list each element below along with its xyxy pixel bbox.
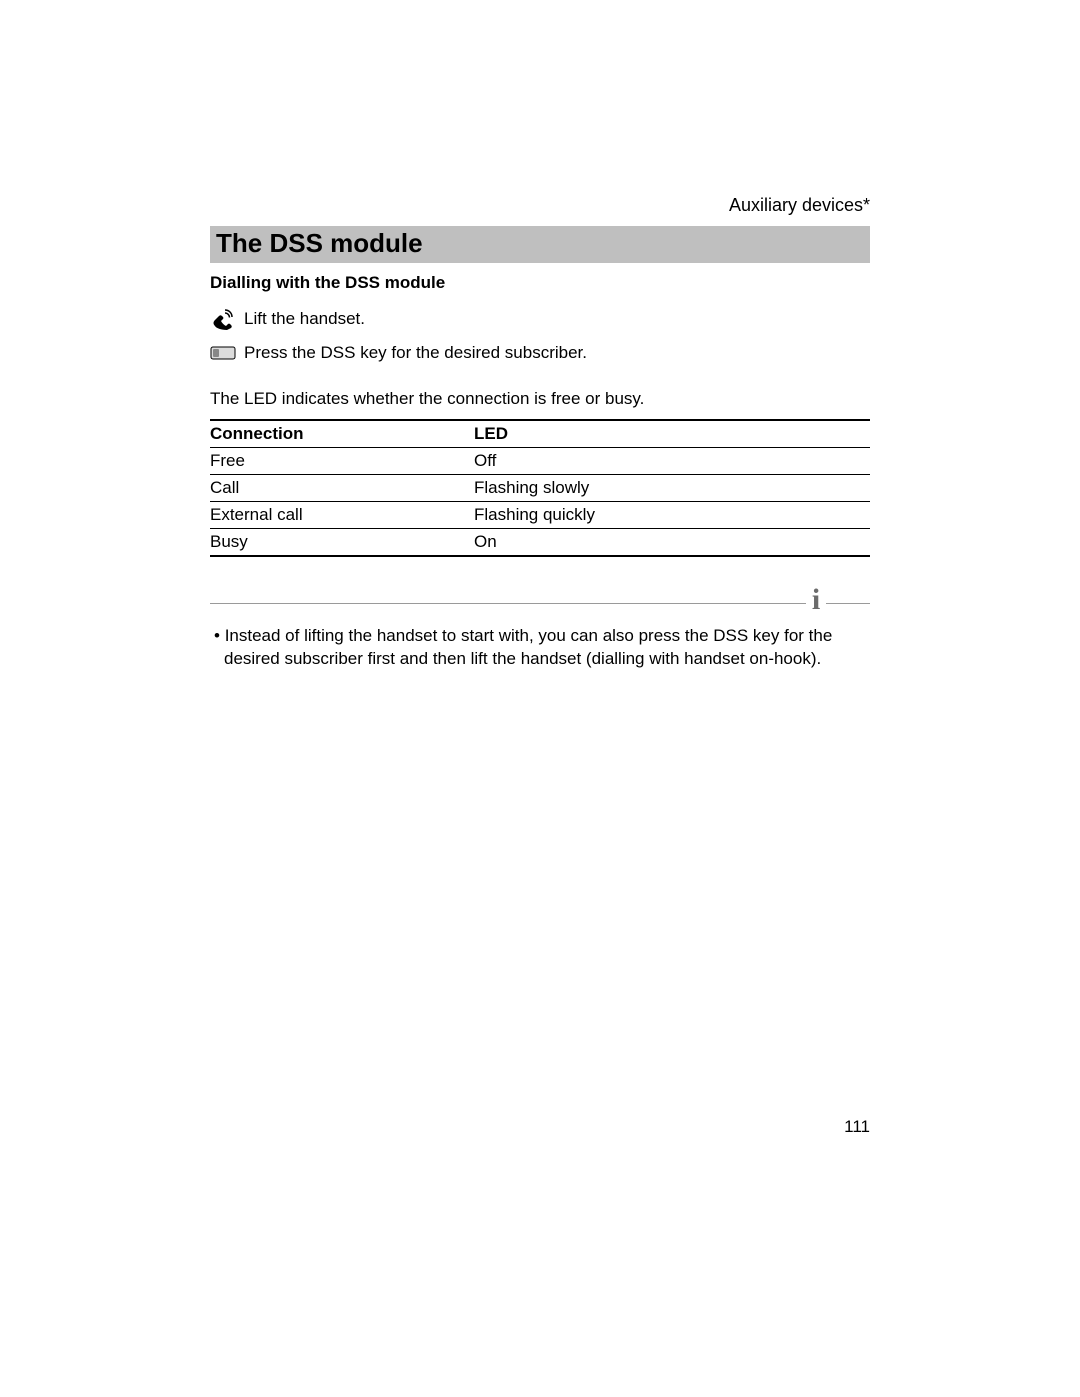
table-cell: Busy <box>210 528 474 556</box>
led-table: Connection LED Free Off Call Flashing sl… <box>210 419 870 557</box>
table-row: Busy On <box>210 528 870 556</box>
page-number: 111 <box>844 1117 870 1137</box>
table-header-row: Connection LED <box>210 420 870 448</box>
subheading: Dialling with the DSS module <box>210 273 870 293</box>
note-text: Instead of lifting the handset to start … <box>210 625 870 671</box>
title-bar: The DSS module <box>210 226 870 263</box>
info-icon: i <box>806 583 826 617</box>
step-text: Lift the handset. <box>244 307 365 331</box>
table-cell: External call <box>210 501 474 528</box>
table-header-connection: Connection <box>210 420 474 448</box>
document-page: Auxiliary devices* The DSS module Dialli… <box>0 0 1080 1397</box>
table-header-led: LED <box>474 420 870 448</box>
info-separator: i <box>210 591 870 615</box>
table-row: Free Off <box>210 447 870 474</box>
table-row: External call Flashing quickly <box>210 501 870 528</box>
step-text: Press the DSS key for the desired subscr… <box>244 341 587 365</box>
table-cell: Flashing quickly <box>474 501 870 528</box>
separator-line <box>826 603 870 604</box>
step-press-key: Press the DSS key for the desired subscr… <box>210 341 870 365</box>
header-section-label: Auxiliary devices* <box>210 195 870 216</box>
table-row: Call Flashing slowly <box>210 474 870 501</box>
led-intro-text: The LED indicates whether the connection… <box>210 389 870 409</box>
page-title: The DSS module <box>216 228 864 259</box>
table-cell: On <box>474 528 870 556</box>
step-lift-handset: Lift the handset. <box>210 307 870 331</box>
key-icon <box>210 346 236 360</box>
separator-line <box>210 603 806 604</box>
table-cell: Call <box>210 474 474 501</box>
table-cell: Flashing slowly <box>474 474 870 501</box>
table-cell: Off <box>474 447 870 474</box>
handset-icon <box>210 308 236 330</box>
table-cell: Free <box>210 447 474 474</box>
